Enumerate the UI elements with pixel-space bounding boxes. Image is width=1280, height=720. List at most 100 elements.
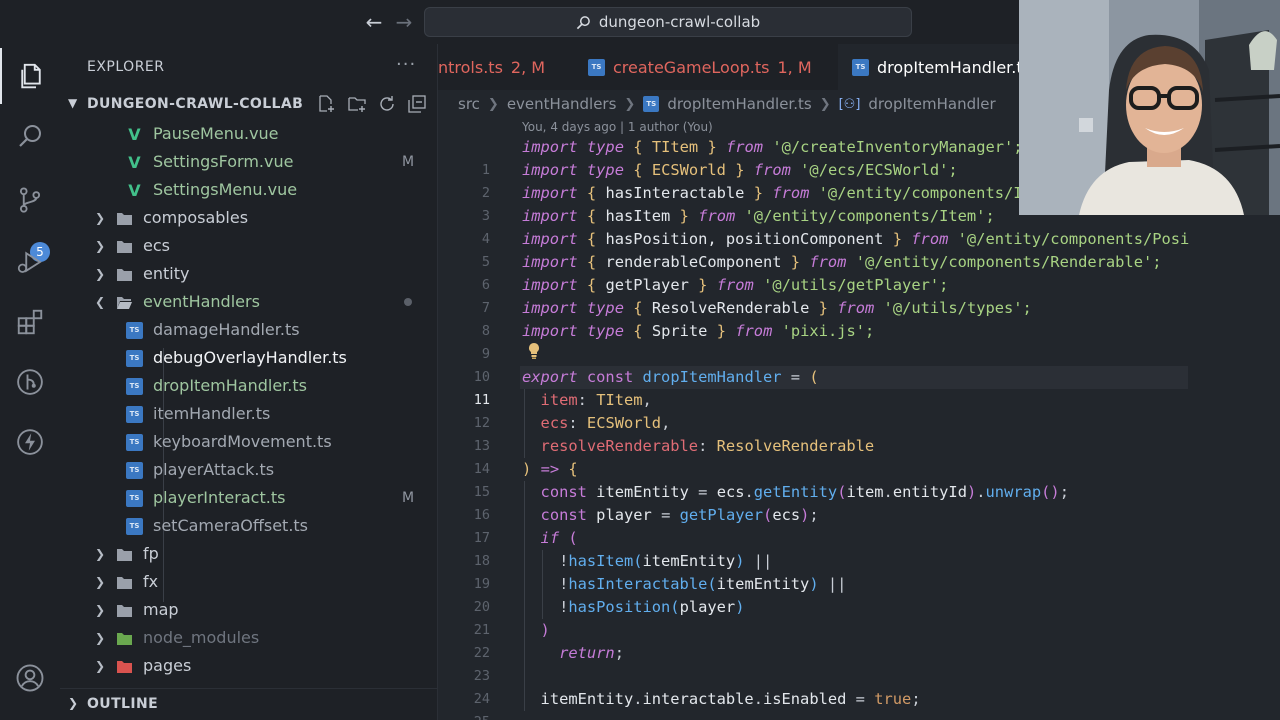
lightbulb-icon[interactable] bbox=[526, 342, 542, 360]
code-line: 6 import { renderableComponent } from '@… bbox=[481, 253, 1162, 293]
modified-mark: M bbox=[402, 154, 415, 170]
code-line: 22 ) bbox=[473, 621, 550, 661]
folder-open-icon bbox=[117, 297, 132, 309]
tree-item-itemhandler[interactable]: TS itemHandler.ts bbox=[60, 400, 438, 428]
chevron-right-icon: ❯ bbox=[819, 96, 831, 112]
folder-icon bbox=[117, 241, 132, 253]
extensions-icon[interactable] bbox=[0, 294, 60, 350]
command-center-search[interactable]: dungeon-crawl-collab bbox=[424, 7, 912, 37]
code-line: 7 import { getPlayer } from '@/utils/get… bbox=[481, 276, 949, 316]
tree-item-dropitemhandler[interactable]: TS dropItemHandler.ts bbox=[60, 372, 438, 400]
lightning-icon[interactable] bbox=[0, 414, 60, 470]
command-center-label: dungeon-crawl-collab bbox=[598, 13, 761, 31]
chevron-right-icon: ❯ bbox=[487, 96, 499, 112]
tree-item-playerattack[interactable]: TS playerAttack.ts bbox=[60, 456, 438, 484]
arrow-right-icon[interactable]: → bbox=[392, 10, 416, 34]
typescript-file-icon: TS bbox=[126, 378, 143, 395]
tab-label: dropItemHandler.ts bbox=[877, 57, 1031, 77]
search-icon[interactable] bbox=[0, 108, 60, 164]
tree-item-fp[interactable]: ❯ fp bbox=[60, 540, 438, 568]
collapse-all-icon[interactable] bbox=[407, 94, 429, 116]
chevron-right-icon: ❯ bbox=[94, 659, 106, 673]
code-line: 15 ) => { bbox=[473, 460, 578, 500]
code-editor[interactable]: 1 import type { TItem } from '@/createIn… bbox=[438, 136, 1280, 720]
tab-creategameloop[interactable]: TS createGameLoop.ts 1, M bbox=[576, 44, 826, 90]
run-debug-icon[interactable] bbox=[0, 234, 60, 290]
code-line: 19 !hasItem(itemEntity) || bbox=[473, 552, 773, 592]
tab-label: createGameLoop.ts bbox=[613, 57, 770, 77]
chevron-right-icon: ❯ bbox=[94, 631, 106, 645]
presenter-video bbox=[1019, 0, 1280, 215]
git-blame-annotation[interactable]: You, 4 days ago | 1 author (You) bbox=[522, 120, 713, 134]
node-folder-icon bbox=[117, 633, 132, 645]
tree-item-settingsform[interactable]: V SettingsForm.vue M bbox=[60, 148, 438, 176]
code-line: 25 itemEntity.interactable.isEnabled = t… bbox=[474, 690, 921, 720]
chevron-right-icon: ❯ bbox=[624, 96, 636, 112]
tree-item-setcameraoffset[interactable]: TS setCameraOffset.ts bbox=[60, 512, 438, 540]
code-line: 24 bbox=[473, 691, 490, 707]
typescript-file-icon: TS bbox=[126, 518, 143, 535]
tree-item-fx[interactable]: ❯ fx bbox=[60, 568, 438, 596]
typescript-file-icon: TS bbox=[588, 58, 605, 76]
chevron-right-icon: ❯ bbox=[94, 547, 106, 561]
tree-item-debugoverlayhandler[interactable]: TS debugOverlayHandler.ts bbox=[60, 344, 438, 372]
vue-file-icon: V bbox=[128, 125, 141, 144]
tree-item-keyboardmovement[interactable]: TS keyboardMovement.ts bbox=[60, 428, 438, 456]
refresh-icon[interactable] bbox=[377, 94, 399, 116]
changes-dot bbox=[404, 298, 412, 306]
source-control-icon[interactable] bbox=[0, 172, 60, 228]
code-line: 10 bbox=[473, 369, 490, 385]
folder-icon bbox=[117, 269, 132, 281]
breadcrumb-folder[interactable]: eventHandlers bbox=[507, 95, 617, 113]
chevron-right-icon: ❯ bbox=[94, 267, 106, 281]
code-line: 16 const itemEntity = ecs.getEntity(item… bbox=[473, 483, 1069, 523]
typescript-file-icon: TS bbox=[126, 350, 143, 367]
tree-item-playerinteract[interactable]: TS playerInteract.ts M bbox=[60, 484, 438, 512]
folder-icon bbox=[117, 213, 132, 225]
chevron-down-icon: ❮ bbox=[94, 295, 106, 309]
folder-icon bbox=[117, 549, 132, 561]
code-line-current: 11 export const dropItemHandler = ( bbox=[438, 366, 1280, 408]
vue-file-icon: V bbox=[128, 181, 141, 200]
tree-item-composables[interactable]: ❯ composables bbox=[60, 204, 438, 232]
folder-icon bbox=[117, 605, 132, 617]
git-graph-icon[interactable] bbox=[0, 354, 60, 410]
activity-bar: 5 bbox=[0, 44, 60, 720]
tree-item-node-modules[interactable]: ❯ node_modules bbox=[60, 624, 438, 652]
code-line: 14 resolveRenderable: ResolveRenderable bbox=[473, 437, 875, 477]
chevron-right-icon: ❯ bbox=[68, 696, 79, 710]
tree-item-damagehandler[interactable]: TS damageHandler.ts bbox=[60, 316, 438, 344]
breadcrumb-symbol[interactable]: dropItemHandler bbox=[868, 95, 995, 113]
tree-item-settingsmenu[interactable]: V SettingsMenu.vue bbox=[60, 176, 438, 204]
tree-item-ecs[interactable]: ❯ ecs bbox=[60, 232, 438, 260]
tree-item-pages[interactable]: ❯ pages bbox=[60, 652, 438, 680]
tab-controls[interactable]: ntrols.ts 2, M bbox=[438, 44, 557, 90]
vue-file-icon: V bbox=[128, 153, 141, 172]
new-folder-icon[interactable] bbox=[347, 94, 369, 116]
account-icon[interactable] bbox=[0, 650, 60, 706]
arrow-left-icon[interactable]: ← bbox=[362, 10, 386, 34]
webcam-overlay bbox=[1019, 0, 1280, 215]
code-line: 9 import type { Sprite } from 'pixi.js'; bbox=[481, 322, 875, 362]
folder-icon bbox=[117, 577, 132, 589]
more-actions-icon[interactable]: ··· bbox=[396, 54, 416, 75]
explorer-title: EXPLORER bbox=[87, 59, 165, 75]
files-icon[interactable] bbox=[0, 48, 60, 104]
typescript-file-icon: TS bbox=[126, 462, 143, 479]
code-line: 5 import { hasPosition, positionComponen… bbox=[481, 230, 1190, 270]
breadcrumb-file[interactable]: dropItemHandler.ts bbox=[667, 95, 811, 113]
workspace-root[interactable]: ▼ DUNGEON-CRAWL-COLLAB bbox=[60, 90, 438, 118]
tree-item-eventhandlers[interactable]: ❮ eventHandlers bbox=[60, 288, 438, 316]
code-line: 17 const player = getPlayer(ecs); bbox=[473, 506, 819, 546]
new-file-icon[interactable] bbox=[316, 94, 338, 116]
outline-section[interactable]: ❯ OUTLINE bbox=[60, 688, 438, 720]
tree-item-pausemenu[interactable]: V PauseMenu.vue bbox=[60, 120, 438, 148]
breadcrumb-src[interactable]: src bbox=[458, 95, 480, 113]
modified-mark: M bbox=[402, 490, 415, 506]
tree-item-entity[interactable]: ❯ entity bbox=[60, 260, 438, 288]
outline-label: OUTLINE bbox=[87, 696, 159, 712]
file-tree: V PauseMenu.vue V SettingsForm.vue M V S… bbox=[60, 120, 438, 692]
tab-label: ntrols.ts bbox=[438, 57, 503, 77]
code-line: 8 import type { ResolveRenderable } from… bbox=[481, 299, 1032, 339]
tree-item-map[interactable]: ❯ map bbox=[60, 596, 438, 624]
